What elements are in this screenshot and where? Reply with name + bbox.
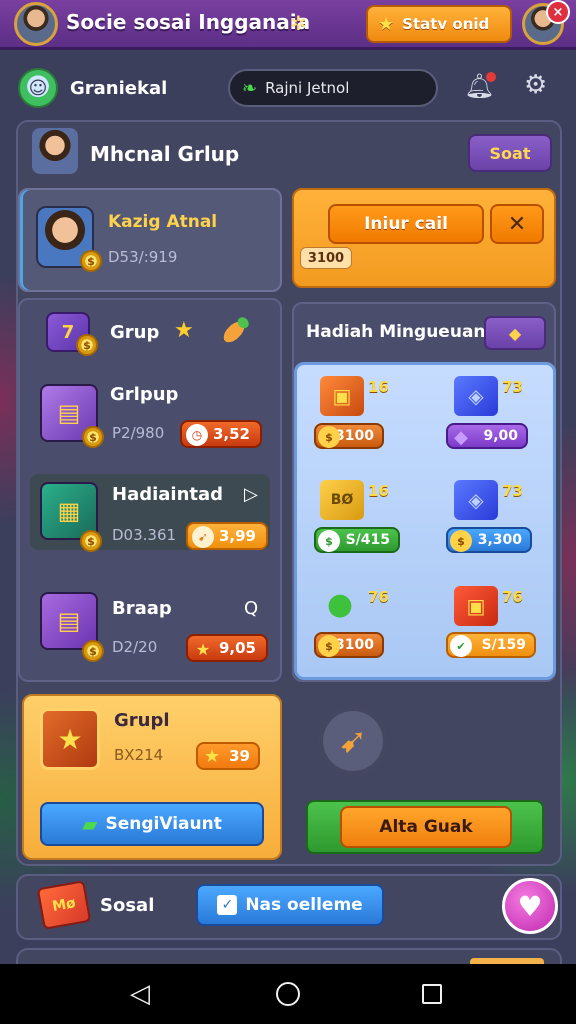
ghost-icon[interactable]: ☺ <box>18 68 58 108</box>
treasure-chest-icon: ★ <box>40 708 100 770</box>
group-name: Hadiaintad <box>112 484 224 505</box>
reward-count: 73 <box>502 378 523 396</box>
leaf-icon: ❧ <box>242 77 258 99</box>
home-icon[interactable] <box>270 976 306 1012</box>
player-avatar[interactable] <box>14 2 58 46</box>
social-label: Sosal <box>100 895 155 916</box>
invite-button-label: Nas oelleme <box>245 895 363 915</box>
back-icon[interactable]: ◁ <box>122 976 158 1012</box>
reward-price-value: S/159 <box>481 637 526 653</box>
featured-group-button[interactable]: ▰ SengiViaunt <box>40 802 264 846</box>
clock-icon: ◷ <box>186 424 208 446</box>
reward-price[interactable]: $ 3100 <box>314 632 384 658</box>
action-button[interactable]: Alta Guak <box>340 806 512 848</box>
weekly-reward-title: Hadiah Mingueuan <box>306 322 486 342</box>
gem-icon: ◆ <box>454 426 468 448</box>
app-title: Socie sosai Ingganaia <box>66 10 311 34</box>
gift-box-icon[interactable]: BØ <box>320 480 364 520</box>
heart-icon[interactable]: ♥ <box>502 878 558 934</box>
reward-price-value: 9,00 <box>483 428 518 444</box>
price-pill[interactable]: ★ 9,05 <box>186 634 268 662</box>
featured-group-price-value: 39 <box>229 747 250 765</box>
close-button[interactable]: ✕ <box>490 204 544 244</box>
claim-value: 3100 <box>300 247 352 269</box>
diamond-icon: ◆ <box>508 323 522 343</box>
star-icon: ★ <box>204 746 221 767</box>
reward-count: 16 <box>368 378 389 396</box>
cube-icon[interactable]: ◈ <box>454 480 498 520</box>
cube-icon[interactable]: ◈ <box>454 376 498 416</box>
reward-count: 76 <box>368 588 389 606</box>
cash-icon: $ <box>318 530 340 552</box>
check-icon: ✓ <box>217 895 238 915</box>
reward-price[interactable]: $ 3,300 <box>446 527 532 553</box>
status-button[interactable]: ★ Statv onid <box>366 5 512 43</box>
sort-button[interactable]: Soat <box>468 134 552 172</box>
reward-count: 73 <box>502 482 523 500</box>
invite-button[interactable]: ✓ Nas oelleme <box>196 884 384 926</box>
group-name: Grlpup <box>110 384 179 405</box>
reward-price-value: S/415 <box>345 532 390 548</box>
coin-icon: $ <box>82 426 104 448</box>
social-icon: Mø <box>36 880 92 930</box>
search-placeholder: Rajni Jetnol <box>265 79 350 97</box>
chest-icon[interactable]: ▣ <box>454 586 498 626</box>
sun-icon: ✲ <box>290 11 307 35</box>
profile-sub: D53/:919 <box>108 248 178 266</box>
status-button-label: Statv onid <box>402 15 490 33</box>
featured-group-price[interactable]: ★ 39 <box>196 742 260 770</box>
carrot-icon: ➹ <box>318 706 388 776</box>
reward-count: 76 <box>502 588 523 606</box>
group-list-title: Grup <box>110 322 160 343</box>
featured-group-button-label: SengiViaunt <box>105 814 222 834</box>
coin-icon: $ <box>450 530 472 552</box>
price-value: 3,99 <box>218 527 256 545</box>
reward-price-value: 3100 <box>335 637 374 653</box>
group-name: Braap <box>112 598 172 619</box>
reward-price-value: 3,300 <box>477 532 522 548</box>
reward-count: 16 <box>368 482 389 500</box>
notification-badge[interactable]: × <box>546 0 570 24</box>
featured-group-title: Grupl <box>114 710 170 731</box>
coin-icon: $ <box>80 250 102 272</box>
username: Graniekal <box>70 78 168 99</box>
star-icon: ★ <box>378 13 395 35</box>
price-value: 3,52 <box>212 425 250 443</box>
carrot-icon: ➹ <box>192 526 214 548</box>
reward-price[interactable]: $ S/415 <box>314 527 400 553</box>
potion-icon[interactable]: ● <box>318 584 362 624</box>
search-bar[interactable]: ❧ Rajni Jetnol <box>228 69 438 107</box>
star-icon: ★ <box>195 639 211 659</box>
notification-dot <box>486 72 496 82</box>
recents-icon[interactable] <box>414 976 450 1012</box>
reward-price[interactable]: $ 3100 <box>314 423 384 449</box>
chevron-right-icon[interactable]: ▷ <box>244 484 258 505</box>
coin-icon: $ <box>76 334 98 356</box>
coin-icon: $ <box>80 530 102 552</box>
reward-price[interactable]: ✔ S/159 <box>446 632 536 658</box>
group-sub: P2/980 <box>112 424 165 442</box>
group-avatar <box>32 128 78 174</box>
profile-name: Kazig Atnal <box>108 212 218 232</box>
reward-price-value: 3100 <box>335 428 374 444</box>
featured-group-sub: BX214 <box>114 746 164 764</box>
price-value: 9,05 <box>218 639 256 657</box>
coin-icon: $ <box>318 426 340 448</box>
group-sub: D03.361 <box>112 526 177 544</box>
star-icon: ★ <box>174 318 194 343</box>
check-icon: ✔ <box>450 635 472 657</box>
coin-icon: $ <box>318 635 340 657</box>
chest-icon[interactable]: ▣ <box>320 376 364 416</box>
search-icon[interactable]: Q <box>244 598 258 619</box>
reward-price[interactable]: ◆ 9,00 <box>446 423 528 449</box>
claim-button[interactable]: Iniur cail <box>328 204 484 244</box>
cash-icon: ▰ <box>82 812 98 836</box>
price-pill[interactable]: ➹ 3,99 <box>186 522 268 550</box>
main-title: Mhcnal Grlup <box>90 142 240 166</box>
coin-icon: $ <box>82 640 104 662</box>
group-sub: D2/20 <box>112 638 158 656</box>
gear-icon[interactable]: ⚙ <box>524 70 547 100</box>
price-pill[interactable]: ◷ 3,52 <box>180 420 262 448</box>
weekly-reward-button[interactable]: ◆ <box>484 316 546 350</box>
